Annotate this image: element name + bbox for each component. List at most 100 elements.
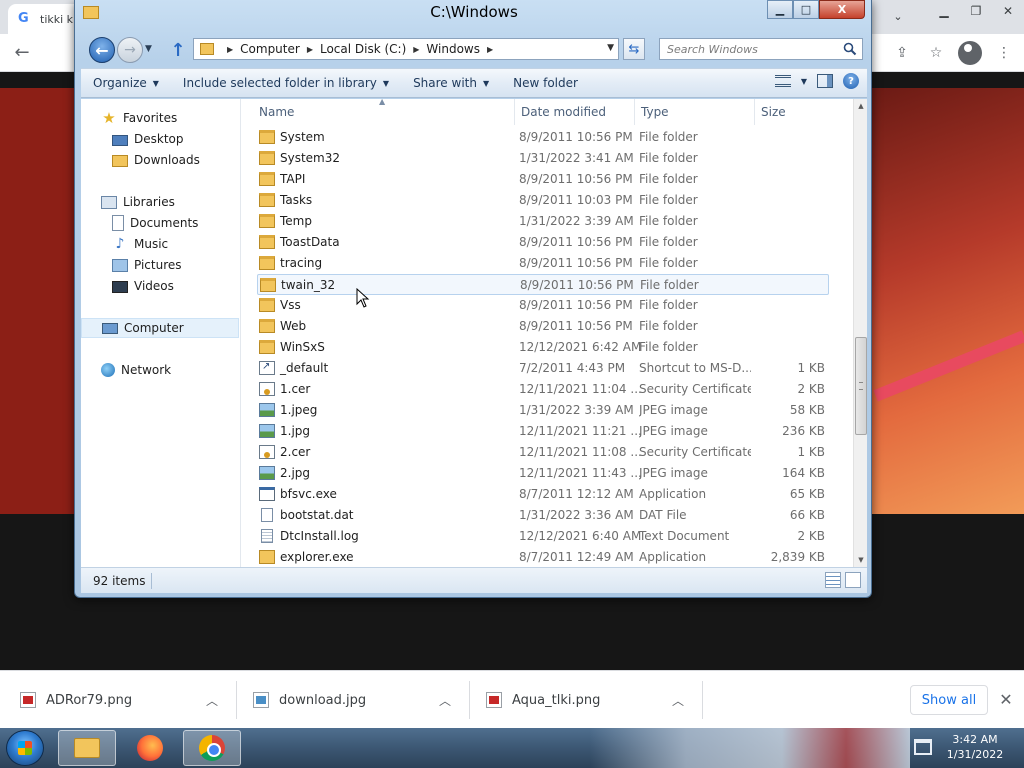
star-icon[interactable]: ☆ [924, 41, 948, 65]
share-icon[interactable]: ⇪ [890, 41, 914, 65]
forward-button[interactable]: → [117, 37, 143, 63]
breadcrumb-separator-icon[interactable]: ▶ [307, 45, 313, 54]
file-type: File folder [639, 319, 698, 333]
nav-computer[interactable]: Computer [81, 318, 239, 338]
address-dropdown-icon[interactable]: ▼ [607, 43, 614, 53]
large-icons-view-icon[interactable] [845, 572, 861, 588]
search-input[interactable] [667, 42, 837, 56]
change-view-icon[interactable] [774, 75, 791, 87]
system-clock[interactable]: 3:42 AM 1/31/2022 [938, 732, 1012, 764]
organize-button[interactable]: Organize ▼ [81, 70, 171, 96]
nav-music[interactable]: ♪ Music [81, 234, 239, 254]
preview-pane-icon[interactable] [817, 74, 833, 88]
nav-desktop[interactable]: Desktop [81, 129, 239, 149]
breadcrumb-separator-icon[interactable]: ▶ [487, 45, 493, 54]
scroll-thumb[interactable] [855, 337, 867, 435]
chrome-restore-icon[interactable]: ❐ [960, 0, 992, 22]
refresh-icon[interactable]: ⇆ [623, 38, 645, 60]
documents-icon [112, 215, 124, 231]
folder-icon [259, 214, 275, 228]
new-folder-button[interactable]: New folder [501, 70, 590, 96]
nav-libraries[interactable]: Libraries [81, 192, 239, 212]
application-icon [259, 487, 275, 501]
file-date: 8/9/2011 10:56 PM [519, 319, 633, 333]
file-row[interactable]: DtcInstall.log 12/12/2021 6:40 AM Text Doc… [257, 526, 829, 547]
file-row[interactable]: explorer.exe 8/7/2011 12:49 AM Application… [257, 547, 829, 567]
folder-icon [259, 319, 275, 333]
certificate-icon [259, 382, 275, 396]
file-row[interactable]: _default 7/2/2011 4:43 PM Shortcut to MS-D… [257, 358, 829, 379]
network-tray-icon[interactable] [914, 739, 932, 755]
profile-avatar-icon[interactable] [958, 41, 982, 65]
download-item[interactable]: Aqua_tlki.png [466, 681, 600, 719]
close-button[interactable]: X [819, 0, 865, 19]
menu-dots-icon[interactable]: ⋮ [992, 41, 1016, 65]
file-row[interactable]: Temp 1/31/2022 3:39 AM File folder [257, 211, 829, 232]
chevron-up-icon[interactable]: ︿ [204, 692, 220, 708]
scroll-down-icon[interactable]: ▼ [854, 553, 868, 567]
chevron-up-icon[interactable]: ︿ [437, 692, 453, 708]
file-row[interactable]: 2.cer 12/11/2021 11:08 ... Security Certif… [257, 442, 829, 463]
taskbar-firefox[interactable] [121, 730, 179, 766]
maximize-button[interactable]: □ [793, 0, 819, 19]
file-row[interactable]: 2.jpg 12/11/2021 11:43 ... JPEG image 164 K… [257, 463, 829, 484]
start-button[interactable] [6, 730, 44, 766]
nav-pictures[interactable]: Pictures [81, 255, 239, 275]
file-row[interactable]: tracing 8/9/2011 10:56 PM File folder [257, 253, 829, 274]
address-bar[interactable]: ▶ Computer ▶ Local Disk (C:) ▶ Windows ▶… [193, 38, 619, 60]
minimize-button[interactable]: ▁ [767, 0, 793, 19]
chrome-minimize-icon[interactable]: ▁ [928, 0, 960, 22]
tab-search-chevron-icon[interactable]: ⌄ [888, 6, 908, 26]
close-icon[interactable]: ✕ [996, 689, 1016, 709]
download-item[interactable]: download.jpg [233, 681, 366, 719]
chrome-back-icon[interactable]: ← [10, 42, 34, 64]
nav-videos[interactable]: Videos [81, 276, 239, 296]
column-header-size[interactable]: Size [755, 99, 831, 125]
status-bar: 92 items [81, 567, 867, 593]
nav-network[interactable]: Network [81, 360, 239, 380]
file-row[interactable]: 1.jpeg 1/31/2022 3:39 AM JPEG image 58 KB [257, 400, 829, 421]
file-row[interactable]: ToastData 8/9/2011 10:56 PM File folder [257, 232, 829, 253]
chrome-close-icon[interactable]: ✕ [992, 0, 1024, 22]
column-header-date[interactable]: Date modified [515, 99, 635, 125]
up-folder-icon[interactable]: ↑ [167, 39, 189, 61]
nav-documents[interactable]: Documents [81, 213, 239, 233]
details-view-icon[interactable] [825, 572, 841, 588]
file-row-hovered[interactable]: twain_32 8/9/2011 10:56 PM File folder [257, 274, 829, 295]
file-row[interactable]: System 8/9/2011 10:56 PM File folder [257, 127, 829, 148]
include-in-library-button[interactable]: Include selected folder in library ▼ [171, 70, 401, 96]
file-row[interactable]: Vss 8/9/2011 10:56 PM File folder [257, 295, 829, 316]
taskbar-explorer[interactable] [58, 730, 116, 766]
breadcrumb-local-disk[interactable]: Local Disk (C:) [320, 42, 406, 56]
breadcrumb-separator-icon[interactable]: ▶ [413, 45, 419, 54]
scroll-up-icon[interactable]: ▲ [854, 99, 868, 113]
file-row[interactable]: Web 8/9/2011 10:56 PM File folder [257, 316, 829, 337]
file-row[interactable]: TAPI 8/9/2011 10:56 PM File folder [257, 169, 829, 190]
nav-downloads[interactable]: Downloads [81, 150, 239, 170]
file-row[interactable]: WinSxS 12/12/2021 6:42 AM File folder [257, 337, 829, 358]
download-item[interactable]: ADRor79.png [0, 681, 132, 719]
breadcrumb-separator-icon[interactable]: ▶ [227, 45, 233, 54]
chevron-up-icon[interactable]: ︿ [670, 692, 686, 708]
file-row[interactable]: Tasks 8/9/2011 10:03 PM File folder [257, 190, 829, 211]
help-icon[interactable]: ? [843, 73, 859, 89]
taskbar-chrome[interactable] [183, 730, 241, 766]
nav-favorites[interactable]: ★ Favorites [81, 108, 239, 128]
search-icon[interactable] [843, 42, 857, 56]
breadcrumb-computer[interactable]: Computer [240, 42, 300, 56]
file-row[interactable]: bootstat.dat 1/31/2022 3:36 AM DAT File 66 … [257, 505, 829, 526]
file-row[interactable]: System32 1/31/2022 3:41 AM File folder [257, 148, 829, 169]
file-date: 1/31/2022 3:39 AM [519, 403, 634, 417]
vertical-scrollbar[interactable]: ▲ ▼ [853, 99, 867, 567]
file-row[interactable]: 1.jpg 12/11/2021 11:21 ... JPEG image 236 K… [257, 421, 829, 442]
back-button[interactable]: ← [89, 37, 115, 63]
column-header-name[interactable]: Name [253, 99, 515, 125]
file-row[interactable]: bfsvc.exe 8/7/2011 12:12 AM Application 65 … [257, 484, 829, 505]
show-all-button[interactable]: Show all [910, 685, 988, 715]
view-options-dropdown-icon[interactable]: ▼ [801, 77, 807, 86]
breadcrumb-windows[interactable]: Windows [426, 42, 480, 56]
recent-pages-dropdown-icon[interactable]: ▼ [145, 44, 157, 56]
share-with-button[interactable]: Share with ▼ [401, 70, 501, 96]
column-header-type[interactable]: Type [635, 99, 755, 125]
file-row[interactable]: 1.cer 12/11/2021 11:04 ... Security Certif… [257, 379, 829, 400]
